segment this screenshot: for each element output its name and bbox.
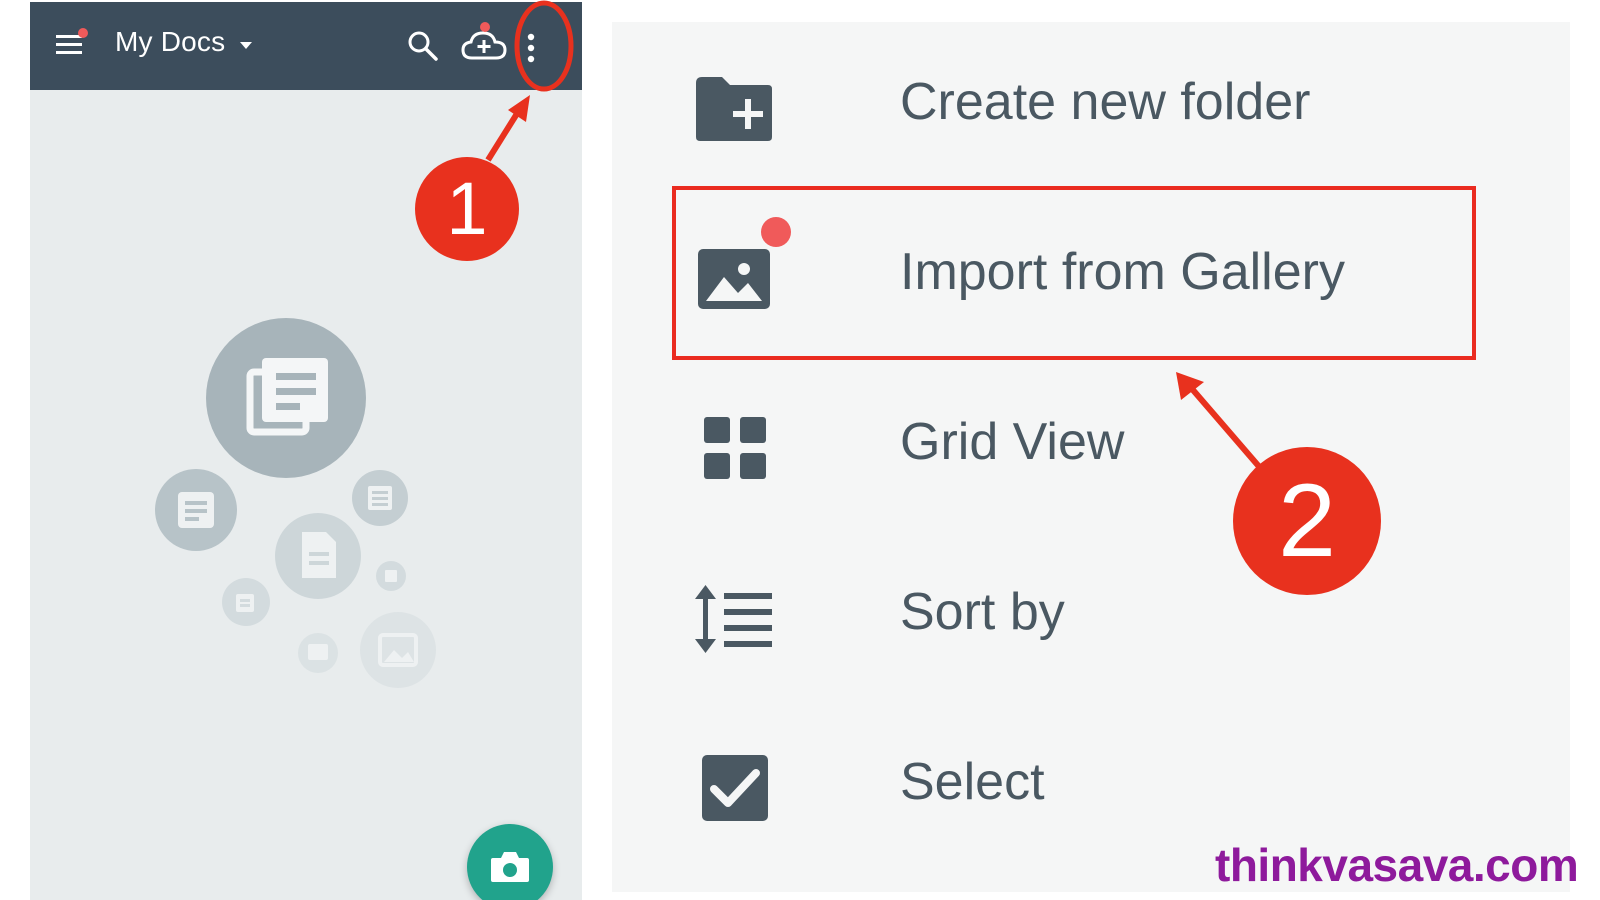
sort-icon [695,585,772,653]
menu-item-label: Select [900,753,1045,811]
documents-icon [206,318,366,478]
grid-icon [704,417,766,479]
step-1-badge: 1 [415,157,519,261]
checkbox-icon [702,755,768,821]
search-icon[interactable] [405,28,441,64]
folder-add-icon [696,77,772,141]
menu-item-label: Create new folder [900,73,1311,131]
app-title[interactable]: My Docs [115,26,225,58]
app-bar: My Docs [30,2,582,90]
document-text-icon [155,469,237,551]
chevron-down-icon[interactable] [240,42,252,49]
menu-item-grid-view[interactable]: Grid View [612,362,1570,532]
highlight-box [672,186,1476,360]
file-icon [275,513,361,599]
notification-dot [78,28,88,38]
message-icon [298,633,338,673]
phone-screen: My Docs [30,2,582,900]
menu-item-label: Sort by [900,583,1065,641]
cloud-upload-icon[interactable] [460,28,508,64]
overflow-menu: Create new folder Import from Gallery Gr… [612,22,1570,892]
step-2-badge: 2 [1233,447,1381,595]
watermark: thinkvasava.com [1215,839,1579,891]
camera-icon [491,852,529,882]
menu-item-create-folder[interactable]: Create new folder [612,22,1570,192]
cloud-notification-dot [480,22,490,32]
camera-fab[interactable] [467,824,553,900]
image-icon [360,612,436,688]
menu-item-sort-by[interactable]: Sort by [612,532,1570,702]
small-doc-icon [376,561,406,591]
menu-item-label: Grid View [900,413,1125,471]
library-icon [222,578,270,626]
more-vert-icon[interactable] [518,28,544,68]
list-icon [352,470,408,526]
